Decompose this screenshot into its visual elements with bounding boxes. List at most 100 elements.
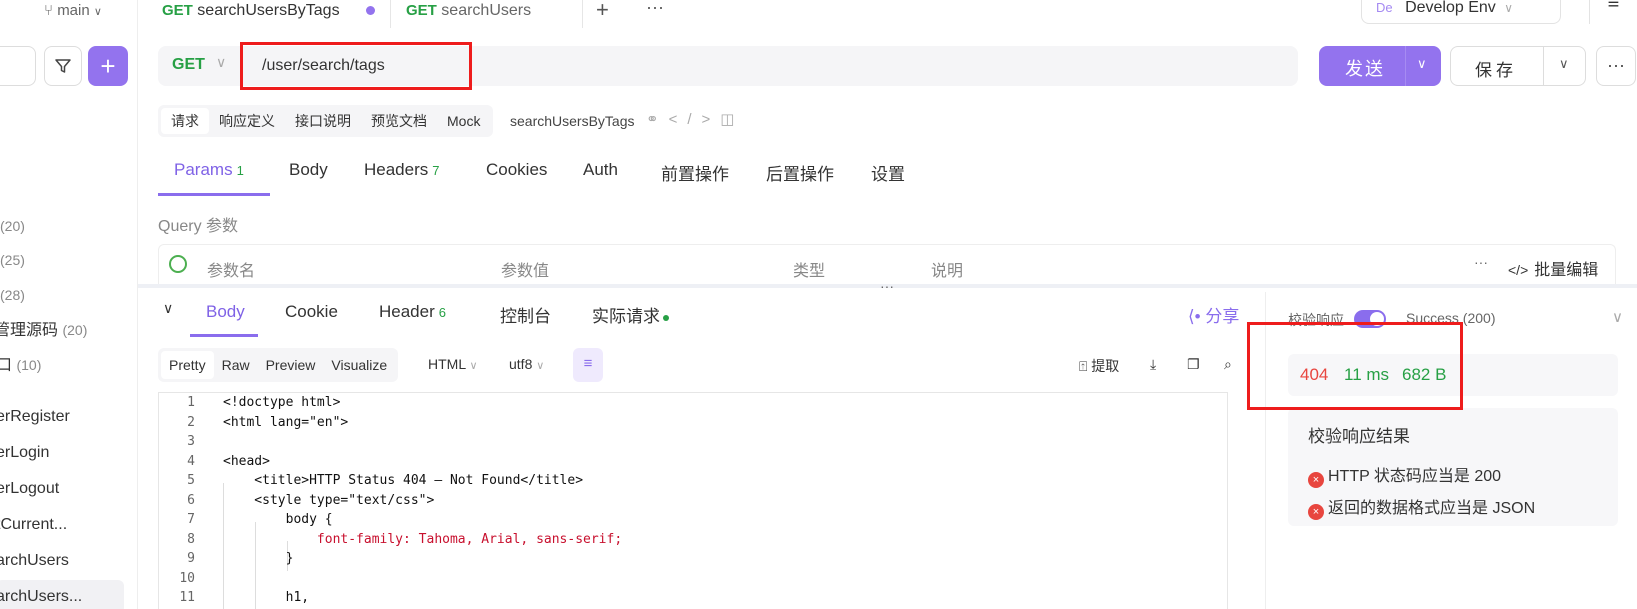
search-icon[interactable]: ⌕ <box>1224 356 1232 373</box>
line-number: 11 <box>179 590 195 605</box>
panel-icon[interactable]: ◫ <box>720 111 744 128</box>
extract-icon: ⍐ <box>1079 358 1088 374</box>
word-wrap-button[interactable]: ≡ <box>573 348 603 382</box>
add-button[interactable]: + <box>88 46 128 86</box>
branch-selector[interactable]: ⑂ main ∨ <box>44 2 102 19</box>
tab-settings[interactable]: 设置 <box>871 160 905 185</box>
sidebar-item[interactable]: (20) <box>0 209 25 243</box>
sidebar-item-active[interactable]: archUsers... <box>0 580 124 609</box>
more-actions-button[interactable]: ··· <box>1596 46 1636 86</box>
highlight-box-metrics <box>1247 322 1463 410</box>
line-number: 3 <box>187 434 195 449</box>
tab-auth[interactable]: Auth <box>583 160 618 180</box>
subtab-mock[interactable]: Mock <box>437 108 490 134</box>
chevron-down-icon: ∨ <box>536 360 545 372</box>
validation-result-title: 校验响应结果 <box>1308 427 1410 446</box>
check-circle-icon[interactable] <box>169 255 187 273</box>
error-icon: × <box>1308 472 1324 488</box>
method-select[interactable]: GET <box>172 56 205 74</box>
link-icon[interactable]: ⚭ <box>646 111 669 128</box>
view-visualize[interactable]: Visualize <box>323 351 395 379</box>
code-line: <html lang="en"> <box>223 415 349 430</box>
unsaved-dot-icon <box>366 6 376 16</box>
collapse-chevron-icon[interactable]: ∨ <box>163 300 173 317</box>
response-tab-actual-request[interactable]: 实际请求 <box>592 302 669 327</box>
plus-icon: + <box>596 0 609 22</box>
sidebar: ⑂ main ∨ + (20) (25) (28) 管理源码 (20) 口 (1… <box>0 0 138 609</box>
ellipsis-icon[interactable]: ··· <box>1474 254 1488 270</box>
chevron-down-icon[interactable]: ∨ <box>1612 308 1623 326</box>
endpoint-name: searchUsersByTags <box>510 113 635 129</box>
column-name: 参数名 <box>207 263 256 280</box>
branch-icon: ⑂ <box>44 2 54 19</box>
tab-cookies[interactable]: Cookies <box>486 160 547 180</box>
menu-button[interactable]: ≡ <box>1589 0 1637 24</box>
subtab-response-definition[interactable]: 响应定义 <box>209 108 285 134</box>
chevron-down-icon[interactable]: ∨ <box>1417 56 1427 72</box>
chevron-down-icon: ∨ <box>469 360 478 372</box>
filter-button[interactable] <box>44 46 82 86</box>
error-icon: × <box>1308 504 1324 520</box>
ellipsis-icon: ··· <box>1607 55 1625 75</box>
code-icon[interactable]: </> <box>669 111 721 128</box>
active-tab-indicator <box>190 334 258 337</box>
tab-body[interactable]: Body <box>289 160 328 180</box>
response-body-code[interactable]: 1 2 3 4 5 6 7 8 9 10 11 <!doctype html> … <box>158 392 1228 609</box>
tab-params[interactable]: Params 1 <box>174 160 244 180</box>
response-tab-console[interactable]: 控制台 <box>500 302 551 327</box>
share-button[interactable]: ⟨• 分享 <box>1188 302 1239 327</box>
save-button[interactable]: 保存 ∨ <box>1450 46 1586 86</box>
send-button[interactable]: 发送 ∨ <box>1319 46 1441 86</box>
tab-more-button[interactable]: ··· <box>646 0 664 26</box>
sidebar-item[interactable]: archUsers <box>0 544 69 578</box>
code-line: <style type="text/css"> <box>223 493 435 508</box>
tab-pre-actions[interactable]: 前置操作 <box>661 160 729 185</box>
tab-searchUsers[interactable]: GET searchUsers <box>406 0 531 26</box>
chevron-down-icon: ∨ <box>216 54 227 70</box>
sidebar-item[interactable]: erRegister <box>0 400 70 434</box>
code-line: font-family: Tahoma, Arial, sans-serif; <box>223 532 623 547</box>
tab-searchUsersByTags[interactable]: GET searchUsersByTags <box>162 0 376 26</box>
extract-button[interactable]: ⍐ 提取 <box>1079 356 1119 376</box>
sidebar-item[interactable]: tCurrent... <box>0 508 67 542</box>
response-tab-body[interactable]: Body <box>206 302 245 322</box>
view-pretty[interactable]: Pretty <box>161 351 214 379</box>
chevron-down-icon: ∨ <box>1504 1 1514 15</box>
column-value: 参数值 <box>501 263 550 280</box>
sidebar-item[interactable]: (28) <box>0 278 25 312</box>
response-tab-cookie[interactable]: Cookie <box>285 302 338 322</box>
sidebar-item[interactable]: (25) <box>0 243 25 277</box>
response-tab-header[interactable]: Header 6 <box>379 302 446 322</box>
chevron-down-icon[interactable]: ∨ <box>1559 56 1569 72</box>
copy-icon[interactable]: ❐ <box>1187 356 1200 373</box>
active-tab-indicator <box>158 193 270 196</box>
format-select[interactable]: HTML ∨ <box>428 356 478 372</box>
code-line: body { <box>223 512 333 527</box>
subtab-request[interactable]: 请求 <box>161 108 209 134</box>
sidebar-item[interactable]: erLogout <box>0 472 59 506</box>
encoding-select[interactable]: utf8 ∨ <box>509 356 544 372</box>
sidebar-item[interactable]: erLogin <box>0 436 49 470</box>
view-raw[interactable]: Raw <box>214 351 258 379</box>
sidebar-item[interactable]: 管理源码 (20) <box>0 313 87 347</box>
validation-error: × 返回的数据格式应当是 JSON <box>1308 494 1535 520</box>
environment-selector[interactable]: De Develop Env ∨ <box>1361 0 1561 24</box>
tab-post-actions[interactable]: 后置操作 <box>766 160 834 185</box>
ellipsis-icon: ··· <box>646 0 664 17</box>
bulk-edit-button[interactable]: </> 批量编辑 <box>1508 256 1598 280</box>
drag-handle-icon[interactable]: ··· <box>880 278 894 294</box>
view-mode-selector: Pretty Raw Preview Visualize <box>158 348 399 382</box>
query-params-label: Query 参数 <box>158 218 239 235</box>
subtab-api-docs[interactable]: 接口说明 <box>285 108 361 134</box>
sidebar-item[interactable]: 口 (10) <box>0 348 41 382</box>
new-tab-button[interactable]: + <box>596 0 609 26</box>
subtab-preview-docs[interactable]: 预览文档 <box>361 108 437 134</box>
view-preview[interactable]: Preview <box>258 351 324 379</box>
sidebar-search-input[interactable] <box>0 46 36 86</box>
line-number: 6 <box>187 493 195 508</box>
send-divider <box>1405 46 1406 86</box>
tab-headers[interactable]: Headers 7 <box>364 160 440 180</box>
download-icon[interactable]: ⤓ <box>1150 356 1156 373</box>
line-number: 2 <box>187 415 195 430</box>
save-divider <box>1543 47 1544 85</box>
